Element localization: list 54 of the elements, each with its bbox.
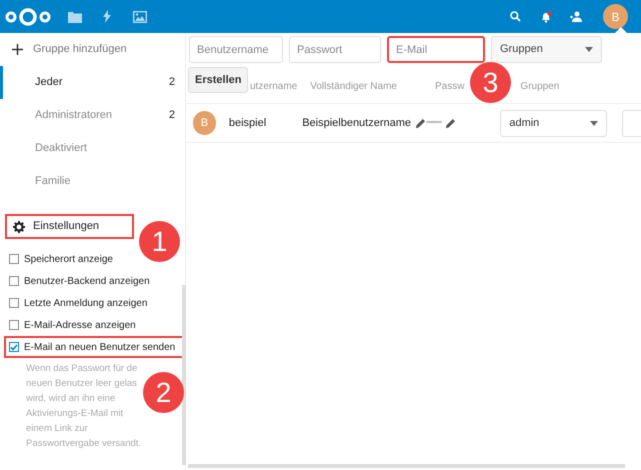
horizontal-scrollbar[interactable] <box>188 464 625 468</box>
menu-pointer-icon <box>615 27 627 33</box>
checkbox[interactable] <box>9 320 19 330</box>
group-label: Deaktiviert <box>35 141 88 156</box>
caret-icon <box>590 120 598 126</box>
group-select[interactable]: admin <box>500 110 607 136</box>
add-group-button[interactable]: Gruppe hinzufügen <box>0 33 185 66</box>
option-checkbox-row[interactable]: E-Mail an neuen Benutzer senden <box>4 336 184 358</box>
bell-icon[interactable] <box>540 10 552 22</box>
user-avatar: B <box>193 111 216 135</box>
password-cell-text: ••••••• <box>426 116 442 130</box>
hint-text: Wenn das Passwort für de neuen Benutzer leer gelas wird, wird an ihn eine Aktivierungs-E-Mail mit einem Link zur Passwortvergabe versandt. <box>26 362 142 451</box>
group-count: 2 <box>168 75 175 90</box>
create-button[interactable]: Erstellen <box>188 67 248 93</box>
logo-icon[interactable] <box>5 8 51 26</box>
group-label: Administratoren <box>35 108 114 124</box>
lightning-icon[interactable] <box>102 10 112 23</box>
column-header: Vollständiger Name <box>310 80 397 94</box>
folder-icon[interactable] <box>68 10 82 22</box>
option-checkbox-row[interactable]: Letzte Anmeldung anzeigen <box>4 292 184 314</box>
group-count: 2 <box>168 108 175 124</box>
group-item[interactable]: Jeder 2 <box>0 66 185 99</box>
plus-icon <box>12 44 23 55</box>
full-name-cell-text: Beispielbenutzername <box>302 116 412 131</box>
checkbox[interactable] <box>9 342 19 352</box>
scrollbar[interactable] <box>182 285 186 465</box>
pencil-icon[interactable] <box>415 118 426 128</box>
groups-select[interactable]: Gruppen <box>491 36 602 63</box>
image-icon[interactable] <box>133 10 147 22</box>
group-item[interactable]: Deaktiviert <box>0 132 185 165</box>
step-number-badge: 2 <box>143 372 184 413</box>
contacts-icon[interactable] <box>570 11 582 22</box>
group-label: Jeder <box>35 75 64 90</box>
column-header: utzername <box>250 80 298 94</box>
settings-icon <box>13 220 25 232</box>
group-item[interactable]: Familie <box>0 165 185 198</box>
caret-icon <box>585 47 593 52</box>
column-header: Gruppen <box>520 80 560 94</box>
pencil-icon[interactable] <box>445 118 456 128</box>
checkbox[interactable] <box>9 276 19 286</box>
group-label: Familie <box>35 174 72 190</box>
checkbox[interactable] <box>9 298 19 308</box>
step-number-badge: 1 <box>139 221 180 262</box>
input-field[interactable]: E-Mail <box>387 36 485 63</box>
search-icon[interactable] <box>510 11 521 22</box>
settings-button[interactable]: Einstellungen <box>5 214 134 239</box>
group-item[interactable]: Administratoren 2 <box>0 99 185 132</box>
step-number-badge: 3 <box>470 62 511 103</box>
option-checkbox-row[interactable]: Benutzer-Backend anzeigen <box>4 270 184 292</box>
checkbox[interactable] <box>9 254 19 264</box>
username-cell-text: beispiel <box>228 116 268 131</box>
option-checkbox-row[interactable]: E-Mail-Adresse anzeigen <box>4 314 184 336</box>
column-header: Passw <box>434 80 464 94</box>
check-icon <box>10 344 18 350</box>
